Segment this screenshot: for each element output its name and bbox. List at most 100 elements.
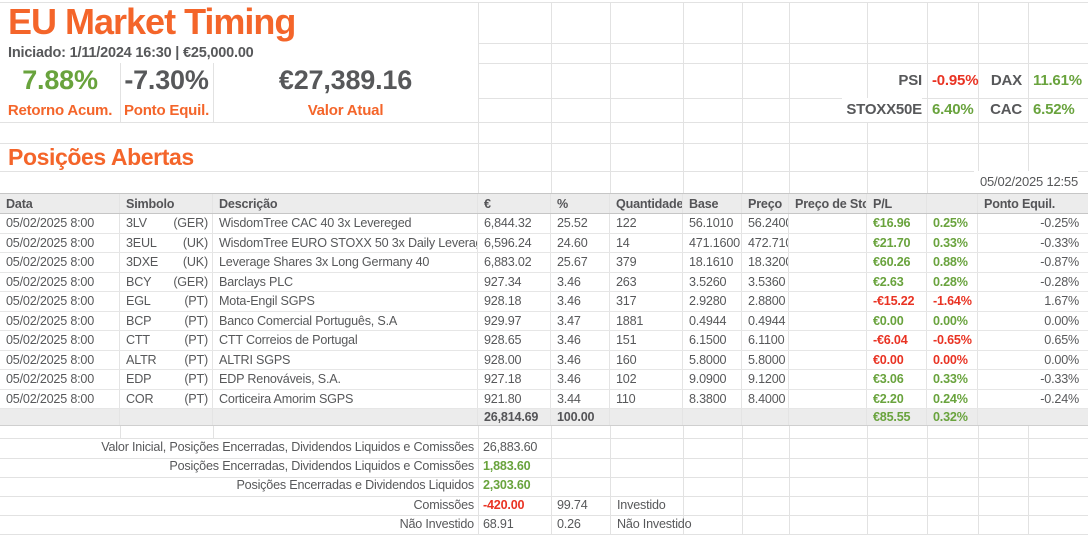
summary-value[interactable]: 26,883.60 (483, 438, 537, 457)
cell-pl-pct[interactable]: 0.24% (927, 390, 978, 409)
cell-descricao[interactable]: WisdomTree CAC 40 3x Levereged (213, 214, 478, 233)
summary-value[interactable]: 2,303.60 (483, 476, 530, 495)
total-pl-pct[interactable]: 0.32% (927, 409, 978, 425)
cell-pl-pct[interactable]: 0.33% (927, 370, 978, 389)
header-pct[interactable]: % (551, 194, 610, 213)
cell-base[interactable]: 5.8000 (683, 351, 742, 370)
cell-pct[interactable]: 24.60 (551, 234, 610, 253)
cell-simbolo[interactable]: 3EUL(UK) (120, 234, 213, 253)
cell-quantidade[interactable]: 1881 (610, 312, 683, 331)
header-descricao[interactable]: Descrição (213, 194, 478, 213)
cell-valor[interactable]: 928.18 (478, 292, 551, 311)
cell-pl[interactable]: -€6.04 (867, 331, 927, 350)
index-psi-value[interactable]: -0.95% (932, 63, 978, 98)
cell-descricao[interactable]: Banco Comercial Português, S.A (213, 312, 478, 331)
cell-simbolo[interactable]: 3LV(GER) (120, 214, 213, 233)
header-euro[interactable]: € (478, 194, 551, 213)
cell-pl[interactable]: €16.96 (867, 214, 927, 233)
cell-preco-stop[interactable] (789, 292, 867, 311)
cell-preco-stop[interactable] (789, 390, 867, 409)
cell-preco[interactable]: 8.4000 (742, 390, 789, 409)
summary-row[interactable]: Posições Encerradas e Dividendos Liquido… (0, 476, 1088, 495)
table-row[interactable]: 05/02/2025 8:00 3DXE(UK) Leverage Shares… (0, 253, 1088, 273)
cell-preco[interactable]: 2.8800 (742, 292, 789, 311)
cell-preco[interactable]: 56.2400 (742, 214, 789, 233)
header-data[interactable]: Data (0, 194, 120, 213)
cell-base[interactable]: 9.0900 (683, 370, 742, 389)
table-row[interactable]: 05/02/2025 8:00 3EUL(UK) WisdomTree EURO… (0, 234, 1088, 254)
cell-base[interactable]: 2.9280 (683, 292, 742, 311)
cell-simbolo[interactable]: 3DXE(UK) (120, 253, 213, 272)
cell-simbolo[interactable]: EDP(PT) (120, 370, 213, 389)
cell-preco-stop[interactable] (789, 253, 867, 272)
cell-quantidade[interactable]: 160 (610, 351, 683, 370)
cell-pl[interactable]: €21.70 (867, 234, 927, 253)
table-row[interactable]: 05/02/2025 8:00 EGL(PT) Mota-Engil SGPS … (0, 292, 1088, 312)
cell-quantidade[interactable]: 379 (610, 253, 683, 272)
cell-preco-stop[interactable] (789, 273, 867, 292)
cell-preco[interactable]: 6.1100 (742, 331, 789, 350)
cell-valor[interactable]: 927.18 (478, 370, 551, 389)
index-stoxx50e-value[interactable]: 6.40% (932, 98, 974, 122)
total-pl[interactable]: €85.55 (867, 409, 927, 425)
cell-valor[interactable]: 6,844.32 (478, 214, 551, 233)
cell-base[interactable]: 56.1010 (683, 214, 742, 233)
cell-preco-stop[interactable] (789, 214, 867, 233)
cell-pl-pct[interactable]: 0.88% (927, 253, 978, 272)
cell-data[interactable]: 05/02/2025 8:00 (0, 253, 120, 272)
header-preco[interactable]: Preço (742, 194, 789, 213)
cell-data[interactable]: 05/02/2025 8:00 (0, 214, 120, 233)
cell-pl-pct[interactable]: 0.33% (927, 234, 978, 253)
cell-pl-pct[interactable]: -0.65% (927, 331, 978, 350)
header-empty[interactable] (927, 194, 978, 213)
cell-base[interactable]: 471.1600 (683, 234, 742, 253)
cell-valor[interactable]: 928.65 (478, 331, 551, 350)
summary-row[interactable]: Posições Encerradas, Dividendos Liquidos… (0, 457, 1088, 476)
cell-preco[interactable]: 3.5360 (742, 273, 789, 292)
cell-base[interactable]: 0.4944 (683, 312, 742, 331)
summary-value[interactable]: -420.00 (483, 496, 524, 515)
summary-row[interactable]: Valor Inicial, Posições Encerradas, Divi… (0, 438, 1088, 457)
cell-ponto-equil[interactable]: 0.65% (978, 331, 1088, 350)
cell-quantidade[interactable]: 151 (610, 331, 683, 350)
cell-pct[interactable]: 3.46 (551, 370, 610, 389)
cell-preco-stop[interactable] (789, 331, 867, 350)
table-row[interactable]: 05/02/2025 8:00 ALTR(PT) ALTRI SGPS 928.… (0, 351, 1088, 371)
cell-data[interactable]: 05/02/2025 8:00 (0, 331, 120, 350)
cell-simbolo[interactable]: ALTR(PT) (120, 351, 213, 370)
cell-base[interactable]: 3.5260 (683, 273, 742, 292)
cell-preco-stop[interactable] (789, 370, 867, 389)
cell-descricao[interactable]: Barclays PLC (213, 273, 478, 292)
header-quantidade[interactable]: Quantidade (610, 194, 683, 213)
cell-valor[interactable]: 928.00 (478, 351, 551, 370)
cell-pct[interactable]: 3.46 (551, 331, 610, 350)
cell-simbolo[interactable]: COR(PT) (120, 390, 213, 409)
cell-preco-stop[interactable] (789, 234, 867, 253)
cell-valor[interactable]: 6,596.24 (478, 234, 551, 253)
cell-pl-pct[interactable]: 0.25% (927, 214, 978, 233)
cell-quantidade[interactable]: 317 (610, 292, 683, 311)
cell-pl[interactable]: €2.20 (867, 390, 927, 409)
cell-data[interactable]: 05/02/2025 8:00 (0, 370, 120, 389)
total-valor[interactable]: 26,814.69 (478, 409, 551, 425)
cell-ponto-equil[interactable]: 0.00% (978, 312, 1088, 331)
kpi-retorno-acum-value[interactable]: 7.88% (0, 63, 120, 98)
cell-preco-stop[interactable] (789, 351, 867, 370)
cell-preco[interactable]: 0.4944 (742, 312, 789, 331)
cell-ponto-equil[interactable]: -0.33% (978, 370, 1088, 389)
cell-descricao[interactable]: EDP Renováveis, S.A. (213, 370, 478, 389)
kpi-valor-atual-value[interactable]: €27,389.16 (213, 63, 478, 98)
cell-pl[interactable]: €3.06 (867, 370, 927, 389)
cell-data[interactable]: 05/02/2025 8:00 (0, 273, 120, 292)
cell-valor[interactable]: 929.97 (478, 312, 551, 331)
header-pl[interactable]: P/L (867, 194, 927, 213)
header-preco-de-stop[interactable]: Preço de Stop (789, 194, 867, 213)
cell-valor[interactable]: 927.34 (478, 273, 551, 292)
table-total-row[interactable]: 26,814.69 100.00 €85.55 0.32% (0, 409, 1088, 426)
table-row[interactable]: 05/02/2025 8:00 CTT(PT) CTT Correios de … (0, 331, 1088, 351)
table-row[interactable]: 05/02/2025 8:00 EDP(PT) EDP Renováveis, … (0, 370, 1088, 390)
cell-data[interactable]: 05/02/2025 8:00 (0, 390, 120, 409)
summary-extra-value[interactable]: 99.74 (557, 496, 588, 515)
cell-quantidade[interactable]: 110 (610, 390, 683, 409)
cell-ponto-equil[interactable]: -0.24% (978, 390, 1088, 409)
